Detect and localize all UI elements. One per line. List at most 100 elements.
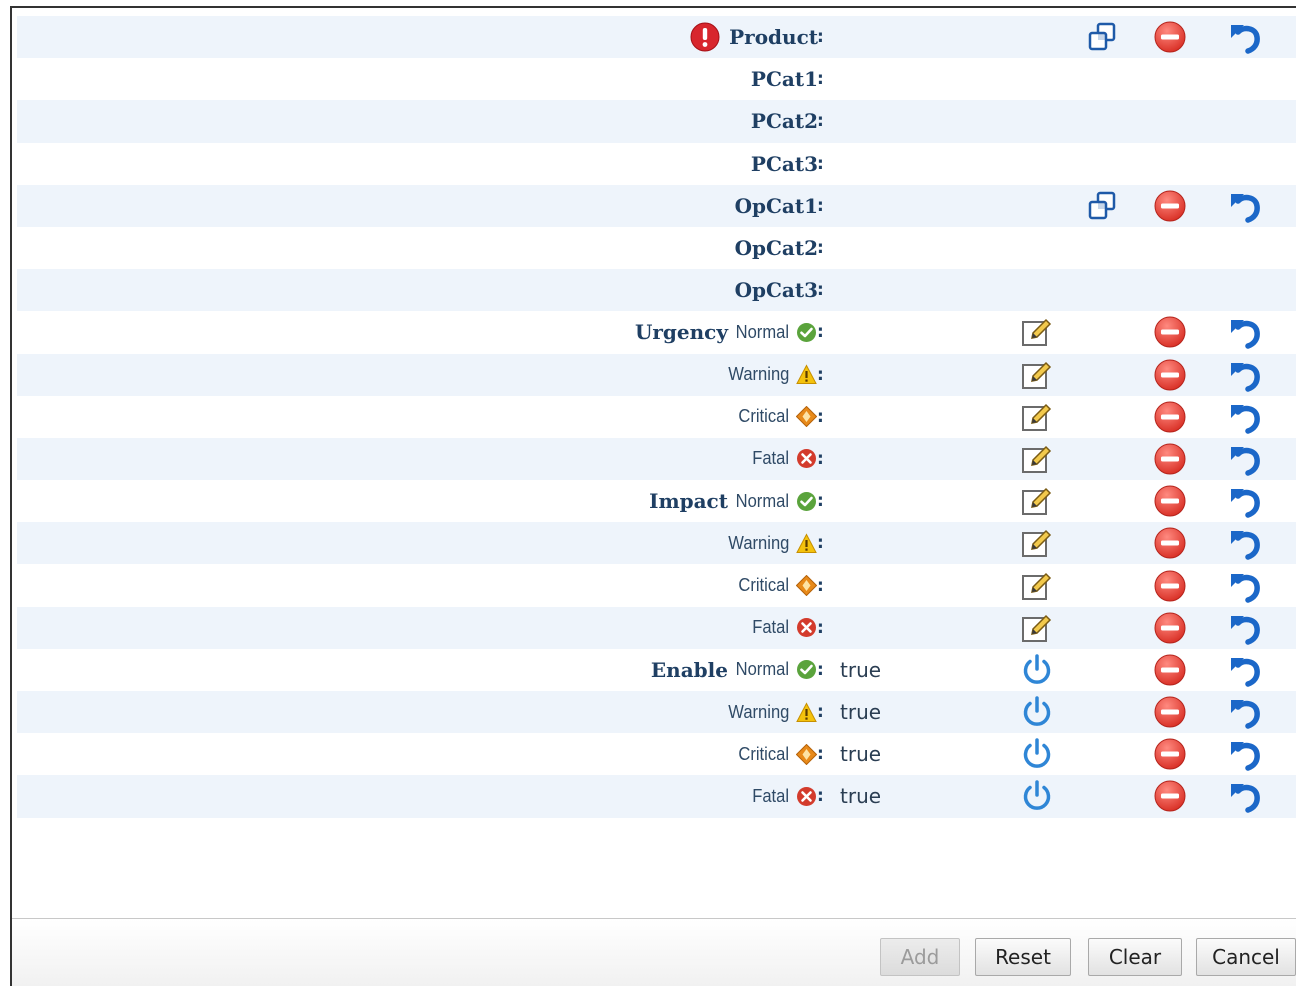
separator-colon: : xyxy=(817,575,824,596)
remove-icon[interactable] xyxy=(1153,569,1187,603)
power-icon[interactable] xyxy=(1020,695,1054,729)
remove-icon[interactable] xyxy=(1153,400,1187,434)
property-row: OpCat1: xyxy=(17,184,1296,227)
separator-colon: : xyxy=(817,533,824,554)
power-icon[interactable] xyxy=(1020,779,1054,813)
undo-icon[interactable] xyxy=(1228,189,1262,223)
fatal-status-icon xyxy=(796,786,817,807)
copy-icon[interactable] xyxy=(1085,189,1119,223)
separator-colon: : xyxy=(817,238,824,259)
separator-colon: : xyxy=(817,744,824,765)
severity-label: Fatal xyxy=(752,785,789,806)
edit-icon[interactable] xyxy=(1020,400,1054,434)
group-label: Product xyxy=(729,25,818,50)
undo-icon[interactable] xyxy=(1228,737,1262,772)
edit-icon[interactable] xyxy=(1020,358,1054,392)
row-label: Fatal xyxy=(749,438,818,480)
dialog-frame: Product: PCat1: PCat2: PCat3: OpCat1: OpCat2:… xyxy=(10,6,1296,986)
warning-status-icon xyxy=(796,702,817,723)
edit-icon[interactable] xyxy=(1020,484,1054,518)
row-label: Critical xyxy=(734,396,818,438)
remove-icon[interactable] xyxy=(1153,315,1187,349)
row-label: Warning xyxy=(723,691,818,733)
edit-icon[interactable] xyxy=(1020,569,1054,603)
row-value: true xyxy=(840,742,882,767)
edit-icon[interactable] xyxy=(1020,315,1054,349)
severity-label: Fatal xyxy=(752,617,789,638)
group-label: PCat3 xyxy=(750,151,818,176)
power-icon[interactable] xyxy=(1020,737,1054,771)
row-label: Critical xyxy=(734,733,818,775)
undo-icon[interactable] xyxy=(1228,779,1262,814)
separator-colon: : xyxy=(817,322,824,343)
group-label: Impact xyxy=(649,489,728,514)
remove-icon[interactable] xyxy=(1153,779,1187,813)
undo-icon[interactable] xyxy=(1228,358,1262,392)
property-row: Warning: true xyxy=(17,691,1296,734)
remove-icon[interactable] xyxy=(1153,358,1187,392)
undo-icon[interactable] xyxy=(1228,484,1262,518)
remove-icon[interactable] xyxy=(1153,189,1187,223)
row-label: PCat1 xyxy=(751,58,818,100)
row-value: true xyxy=(840,657,882,682)
undo-icon[interactable] xyxy=(1228,526,1262,561)
row-label: Enable Normal xyxy=(651,649,818,691)
undo-icon[interactable] xyxy=(1228,20,1262,54)
warning-status-icon xyxy=(796,364,817,385)
fatal-status-icon xyxy=(796,617,817,638)
row-label: Impact Normal xyxy=(649,480,818,522)
undo-icon[interactable] xyxy=(1228,569,1262,603)
dialog-footer: Add Reset Clear Cancel xyxy=(12,918,1296,986)
copy-icon[interactable] xyxy=(1085,20,1119,54)
remove-icon[interactable] xyxy=(1153,611,1187,645)
property-row: Critical: xyxy=(17,564,1296,606)
remove-icon[interactable] xyxy=(1153,484,1187,518)
remove-icon[interactable] xyxy=(1153,737,1187,771)
normal-status-icon xyxy=(796,322,817,343)
warning-status-icon xyxy=(796,533,817,554)
remove-icon[interactable] xyxy=(1153,20,1187,54)
group-label: PCat2 xyxy=(750,109,818,134)
separator-colon: : xyxy=(817,195,824,216)
property-row: PCat1: xyxy=(17,58,1296,100)
row-label: Fatal xyxy=(749,607,818,649)
row-label: PCat3 xyxy=(751,143,818,185)
edit-icon[interactable] xyxy=(1020,611,1054,645)
severity-label: Warning xyxy=(727,364,789,385)
separator-colon: : xyxy=(817,786,824,807)
cancel-button[interactable]: Cancel xyxy=(1196,938,1296,976)
property-row: Critical: true xyxy=(17,733,1296,775)
edit-icon[interactable] xyxy=(1020,442,1054,476)
property-row: Enable Normal: true xyxy=(17,649,1296,691)
property-row: Product: xyxy=(17,16,1296,59)
undo-icon[interactable] xyxy=(1228,653,1262,687)
fatal-status-icon xyxy=(796,448,817,469)
undo-icon[interactable] xyxy=(1228,442,1262,476)
undo-icon[interactable] xyxy=(1228,695,1262,729)
severity-label: Normal xyxy=(735,321,789,342)
normal-status-icon xyxy=(796,491,817,512)
remove-icon[interactable] xyxy=(1153,695,1187,729)
property-row: PCat3: xyxy=(17,143,1296,185)
remove-icon[interactable] xyxy=(1153,653,1187,687)
separator-colon: : xyxy=(817,406,824,427)
undo-icon[interactable] xyxy=(1228,611,1262,645)
row-label: OpCat1 xyxy=(735,185,818,227)
remove-icon[interactable] xyxy=(1153,526,1187,560)
undo-icon[interactable] xyxy=(1228,400,1262,434)
edit-icon[interactable] xyxy=(1020,526,1054,560)
undo-icon[interactable] xyxy=(1228,315,1262,350)
reset-button[interactable]: Reset xyxy=(975,938,1071,976)
clear-button[interactable]: Clear xyxy=(1088,938,1182,976)
power-icon[interactable] xyxy=(1020,653,1054,687)
property-row: Fatal: xyxy=(17,606,1296,649)
severity-label: Critical xyxy=(738,406,789,427)
severity-label: Warning xyxy=(727,701,789,722)
add-button[interactable]: Add xyxy=(880,938,960,976)
separator-colon: : xyxy=(817,153,824,174)
separator-colon: : xyxy=(817,69,824,90)
remove-icon[interactable] xyxy=(1153,442,1187,476)
separator-colon: : xyxy=(817,280,824,301)
row-label: OpCat2 xyxy=(735,227,818,269)
separator-colon: : xyxy=(817,659,824,680)
